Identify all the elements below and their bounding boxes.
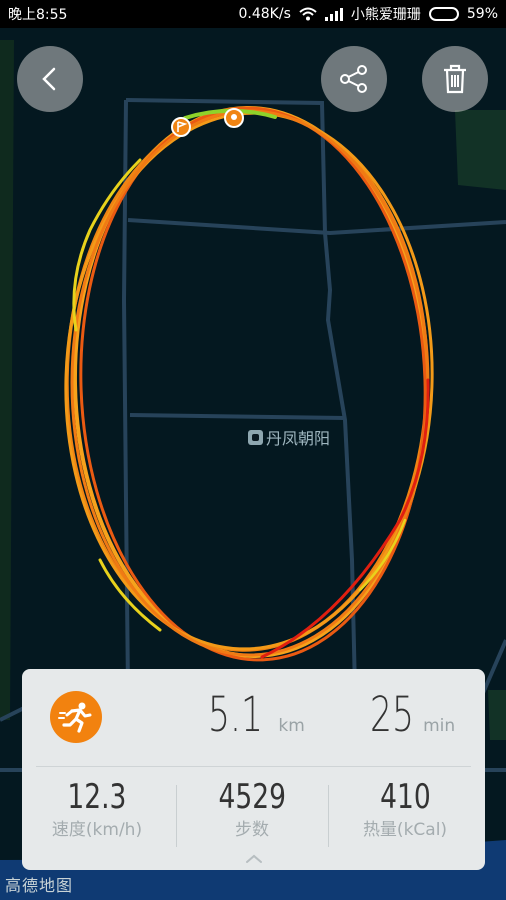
column-divider: [328, 785, 329, 847]
map-place-label: 丹凤朝阳: [248, 425, 330, 449]
wifi-icon: [299, 7, 317, 21]
speed-label: 速度(km/h): [51, 820, 143, 840]
park-area-bottom-right: [488, 690, 506, 740]
battery-icon: [428, 7, 459, 21]
steps-stat: 4529 步数: [177, 777, 327, 840]
status-time: 晚上8:55: [8, 7, 68, 23]
amap-logo: 高德地图: [5, 876, 74, 895]
steps-value: 4529: [218, 777, 286, 817]
duration-value: 25: [370, 687, 414, 743]
network-speed: 0.48K/s: [238, 6, 291, 22]
route-end-marker: [224, 108, 244, 128]
place-icon: [248, 429, 263, 445]
trash-icon: [444, 64, 466, 94]
status-indicators: 0.48K/s 小熊爱珊珊 59%: [239, 4, 499, 24]
calories-label: 热量(kCal): [362, 820, 448, 840]
running-route: [64, 106, 434, 662]
share-button[interactable]: [321, 46, 387, 112]
chevron-left-icon: [42, 67, 56, 91]
place-name: 丹凤朝阳: [266, 429, 331, 448]
chevron-up-icon[interactable]: [244, 852, 264, 864]
duration-unit: min: [423, 716, 456, 736]
card-divider: [36, 766, 471, 767]
calories-value: 410: [379, 777, 431, 817]
park-area-right: [455, 110, 506, 190]
distance-stat: 5.1 km: [208, 687, 305, 743]
workout-stats-card[interactable]: 5.1 km 25 min 12.3 速度(km/h) 4529 步数 410 …: [22, 669, 485, 870]
running-icon: [50, 691, 102, 743]
duration-stat: 25 min: [370, 687, 455, 743]
carrier-name: 小熊爱珊珊: [350, 7, 421, 23]
distance-value: 5.1: [208, 687, 263, 743]
share-icon: [340, 65, 367, 93]
park-area-left: [0, 40, 14, 720]
battery-percent: 59%: [466, 6, 498, 22]
status-bar: 晚上8:55 0.48K/s 小熊爱珊珊 59%: [0, 0, 506, 28]
back-button[interactable]: [17, 46, 83, 112]
signal-icon: [324, 7, 343, 21]
speed-stat: 12.3 速度(km/h): [22, 777, 172, 840]
route-start-marker: [171, 117, 191, 137]
calories-stat: 410 热量(kCal): [330, 777, 480, 840]
delete-button[interactable]: [422, 46, 488, 112]
steps-label: 步数: [235, 820, 269, 840]
speed-value: 12.3: [67, 777, 127, 817]
distance-unit: km: [278, 716, 305, 736]
